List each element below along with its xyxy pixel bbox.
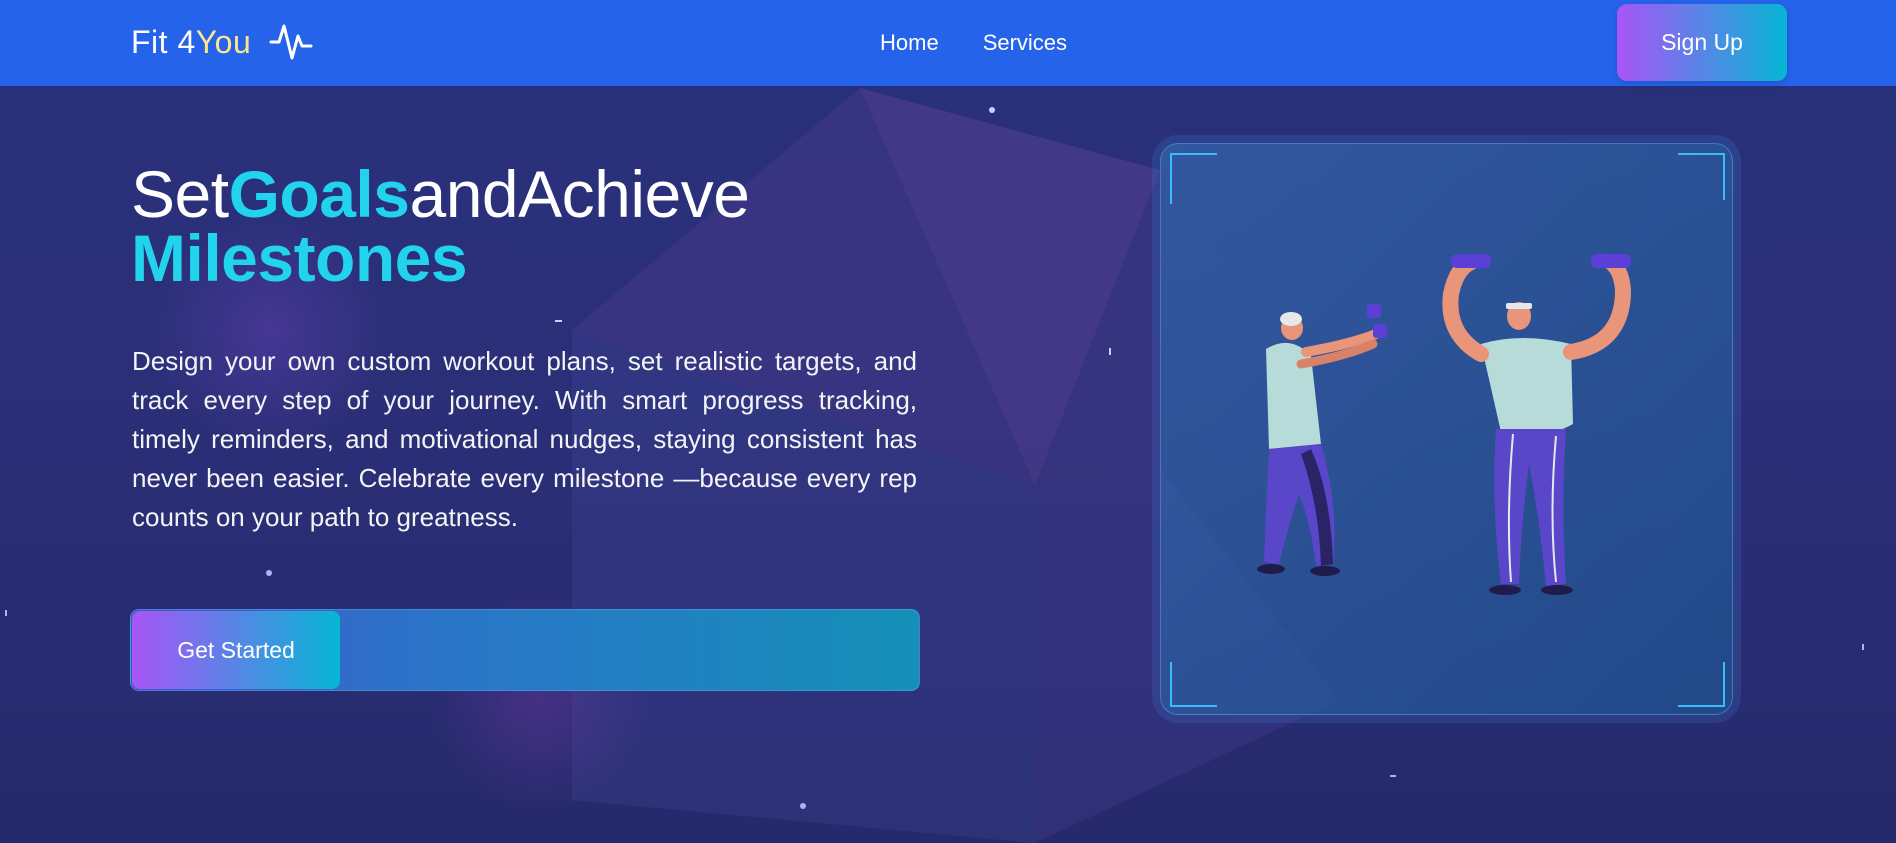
headline-word-goals: Goals (228, 157, 410, 231)
corner-bracket-bl (1170, 662, 1217, 707)
headline-word-and: and (409, 157, 519, 231)
corner-bracket-tr (1678, 153, 1725, 200)
hero-headline: SetGoalsandAchieve Milestones (131, 161, 750, 291)
headline-word-milestones: Milestones (131, 221, 468, 295)
heartbeat-icon (269, 22, 313, 62)
nav-link-home[interactable]: Home (880, 28, 939, 58)
get-started-button[interactable]: Get Started (132, 611, 340, 689)
top-navigation-bar: Fit 4 You Home Services Sign Up (0, 0, 1896, 86)
hero-description: Design your own custom workout plans, se… (132, 346, 917, 532)
headline-word-achieve: Achieve (518, 157, 750, 231)
headline-word-set: Set (131, 157, 229, 231)
illustration-card (1160, 143, 1733, 715)
woman-figure (1257, 304, 1387, 576)
brand-logo[interactable]: Fit 4 You (131, 22, 313, 62)
corner-bracket-br (1678, 662, 1725, 707)
sign-up-button[interactable]: Sign Up (1617, 4, 1787, 81)
corner-bracket-tl (1170, 153, 1217, 204)
brand-name-accent: You (195, 23, 252, 60)
man-figure (1442, 254, 1632, 595)
main-nav: Home Services (880, 28, 1067, 58)
nav-link-services[interactable]: Services (983, 28, 1067, 58)
brand-name-main: Fit 4 (131, 23, 196, 60)
workout-illustration (1170, 153, 1725, 707)
